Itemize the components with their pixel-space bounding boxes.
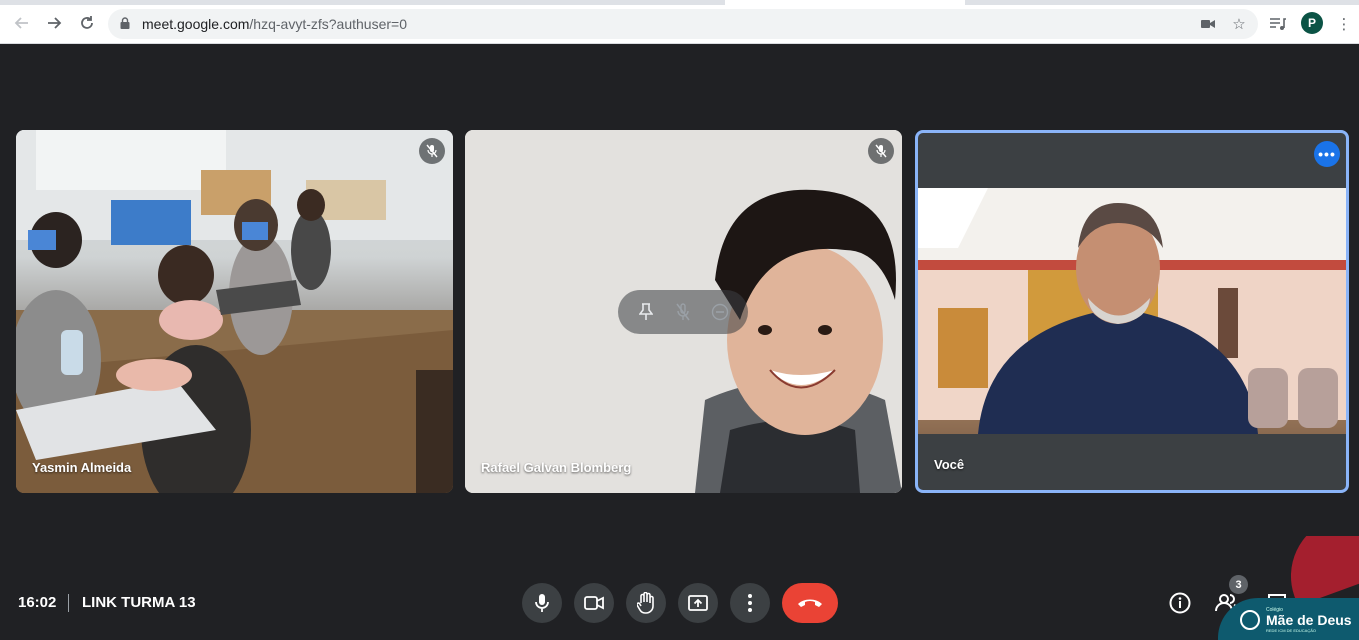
media-control-icon[interactable] bbox=[1268, 14, 1288, 34]
tab-strip bbox=[0, 0, 1359, 5]
more-options-icon[interactable]: ••• bbox=[1314, 141, 1340, 167]
mic-off-icon bbox=[419, 138, 445, 164]
bookmark-star-icon[interactable]: ☆ bbox=[1229, 14, 1249, 34]
reload-icon[interactable] bbox=[75, 11, 99, 35]
browser-toolbar: meet.google.com/hzq-avyt-zfs?authuser=0 … bbox=[0, 0, 1359, 44]
hang-up-icon bbox=[798, 599, 822, 607]
forward-icon[interactable] bbox=[42, 11, 66, 35]
browser-menu-icon[interactable]: ⋮ bbox=[1334, 14, 1354, 34]
logo-name: Mãe de Deus bbox=[1266, 612, 1352, 628]
logo-emblem-icon bbox=[1240, 610, 1260, 630]
video-camera-icon bbox=[584, 596, 604, 610]
present-screen-icon bbox=[688, 595, 708, 611]
self-tile[interactable]: ••• Você bbox=[915, 130, 1349, 493]
school-logo-watermark: Colégio Mãe de Deus REDE ICM DE EDUCAÇÃO bbox=[1218, 536, 1359, 640]
microphone-icon bbox=[535, 594, 549, 612]
meeting-details-button[interactable] bbox=[1167, 590, 1193, 616]
back-icon[interactable] bbox=[10, 11, 34, 35]
logo-subtitle: REDE ICM DE EDUCAÇÃO bbox=[1266, 628, 1317, 633]
url-text: meet.google.com/hzq-avyt-zfs?authuser=0 bbox=[142, 16, 407, 32]
classroom-video bbox=[16, 130, 453, 493]
info-icon bbox=[1169, 592, 1191, 614]
participant-name: Rafael Galvan Blomberg bbox=[481, 460, 632, 475]
self-video bbox=[918, 188, 1346, 434]
tile-hover-controls bbox=[618, 290, 748, 334]
participant-name: Você bbox=[934, 457, 965, 472]
mute-participant-icon[interactable] bbox=[672, 301, 694, 323]
participant-name: Yasmin Almeida bbox=[32, 460, 132, 475]
profile-avatar[interactable]: P bbox=[1301, 12, 1323, 34]
lock-icon bbox=[120, 17, 130, 29]
divider bbox=[68, 594, 69, 612]
address-bar[interactable]: meet.google.com/hzq-avyt-zfs?authuser=0 … bbox=[108, 9, 1258, 39]
microphone-button[interactable] bbox=[522, 583, 562, 623]
meeting-title: LINK TURMA 13 bbox=[82, 594, 196, 611]
leave-call-button[interactable] bbox=[782, 583, 838, 623]
more-options-button[interactable] bbox=[730, 583, 770, 623]
remove-participant-icon[interactable] bbox=[709, 301, 731, 323]
logo-red-shape bbox=[1274, 536, 1359, 606]
active-tab[interactable] bbox=[725, 0, 965, 5]
pin-icon[interactable] bbox=[635, 301, 657, 323]
raise-hand-button[interactable] bbox=[626, 583, 666, 623]
meeting-clock: 16:02 bbox=[18, 594, 57, 611]
hand-icon bbox=[637, 592, 654, 614]
mic-off-icon bbox=[868, 138, 894, 164]
camera-button[interactable] bbox=[574, 583, 614, 623]
participant-tile-1[interactable]: Yasmin Almeida bbox=[16, 130, 453, 493]
camera-permission-icon[interactable] bbox=[1198, 14, 1218, 34]
present-screen-button[interactable] bbox=[678, 583, 718, 623]
vertical-dots-icon bbox=[748, 594, 752, 612]
